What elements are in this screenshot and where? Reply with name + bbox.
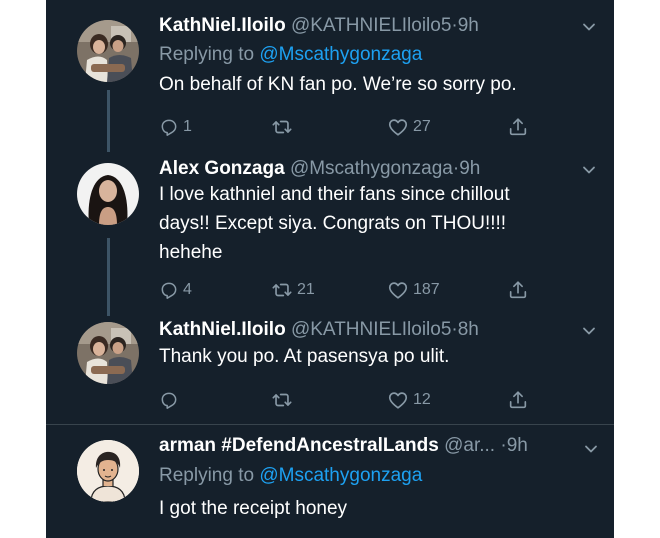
reply-icon — [159, 280, 179, 300]
user-handle[interactable]: @KATHNIELIloilo5 — [291, 319, 451, 340]
display-name[interactable]: KathNiel.Iloilo — [159, 15, 286, 36]
like-button[interactable]: 187 — [387, 278, 440, 302]
timestamp[interactable]: 9h — [458, 15, 479, 36]
share-icon — [507, 116, 529, 138]
tweet-text-line: On behalf of KN fan po. We’re so sorry p… — [159, 74, 517, 95]
like-button[interactable]: 27 — [387, 115, 431, 139]
tweet-text-line: days!! Except siya. Congrats on THOU!!!! — [159, 213, 507, 234]
reply-button[interactable]: 1 — [159, 115, 192, 139]
chevron-down-icon[interactable] — [582, 324, 596, 338]
replying-to: Replying to @Mscathygonzaga — [159, 464, 422, 488]
tweet-3[interactable]: KathNiel.Iloilo @KATHNIELIloilo5·8h Than… — [46, 318, 614, 418]
tweet-text: Thank you po. At pasensya po ulit. — [159, 342, 589, 371]
replying-to: Replying to @Mscathygonzaga — [159, 43, 422, 67]
tweet-actions: 4 21 187 — [159, 278, 599, 302]
share-icon — [507, 279, 529, 301]
kathniel-avatar-image — [77, 322, 139, 384]
retweet-icon — [271, 389, 293, 411]
share-icon — [507, 389, 529, 411]
mention-link[interactable]: @Mscathygonzaga — [259, 465, 422, 486]
like-count: 187 — [413, 281, 440, 298]
chevron-down-icon[interactable] — [582, 163, 596, 177]
tweet-4[interactable]: arman #DefendAncestralLands @ar... ·9h R… — [46, 434, 614, 538]
reply-icon — [159, 390, 179, 410]
alex-avatar-image — [77, 163, 139, 225]
reply-icon — [159, 117, 179, 137]
chevron-down-icon[interactable] — [582, 20, 596, 34]
avatar[interactable] — [77, 322, 139, 384]
tweet-text-line: I got the receipt honey — [159, 498, 348, 519]
retweet-button[interactable] — [271, 388, 297, 412]
retweet-count: 21 — [297, 281, 315, 298]
display-name[interactable]: KathNiel.Iloilo — [159, 319, 286, 340]
kathniel-avatar-image — [77, 20, 139, 82]
reply-button[interactable]: 4 — [159, 278, 192, 302]
retweet-icon — [271, 279, 293, 301]
reply-count: 4 — [183, 281, 192, 298]
user-handle[interactable]: @Mscathygonzaga — [290, 158, 453, 179]
share-button[interactable] — [507, 115, 529, 139]
tweet-header: Alex Gonzaga @Mscathygonzaga·9h — [159, 157, 480, 181]
heart-icon — [387, 389, 409, 411]
divider — [46, 424, 614, 425]
tweet-text-line: Thank you po. At pasensya po ulit. — [159, 346, 450, 367]
like-count: 27 — [413, 118, 431, 135]
tweet-1[interactable]: KathNiel.Iloilo @KATHNIELIloilo5·9h Repl… — [46, 14, 614, 154]
tweet-actions: 1 27 — [159, 115, 599, 139]
like-count: 12 — [413, 391, 431, 408]
reply-button[interactable] — [159, 388, 183, 412]
retweet-button[interactable] — [271, 115, 297, 139]
timestamp[interactable]: 9h — [459, 158, 480, 179]
retweet-icon — [271, 116, 293, 138]
tweet-2[interactable]: Alex Gonzaga @Mscathygonzaga·9h I love k… — [46, 157, 614, 307]
chevron-down-icon[interactable] — [584, 442, 598, 456]
tweet-text-line: hehehe — [159, 242, 223, 263]
mention-link[interactable]: @Mscathygonzaga — [259, 44, 422, 65]
heart-icon — [387, 279, 409, 301]
avatar[interactable] — [77, 20, 139, 82]
user-handle[interactable]: @KATHNIELIloilo5 — [291, 15, 451, 36]
user-handle[interactable]: @ar... — [444, 435, 495, 456]
tweet-actions: 12 — [159, 388, 599, 412]
timestamp[interactable]: 9h — [507, 435, 528, 456]
conversation-thread: KathNiel.Iloilo @KATHNIELIloilo5·9h Repl… — [46, 0, 614, 538]
tweet-text-line: I love kathniel and their fans since chi… — [159, 184, 510, 205]
tweet-header: KathNiel.Iloilo @KATHNIELIloilo5·9h — [159, 14, 479, 38]
like-button[interactable]: 12 — [387, 388, 431, 412]
tweet-text: On behalf of KN fan po. We’re so sorry p… — [159, 70, 589, 99]
tweet-header: arman #DefendAncestralLands @ar... ·9h — [159, 434, 528, 458]
replying-to-label: Replying to — [159, 44, 255, 65]
avatar[interactable] — [77, 163, 139, 225]
display-name[interactable]: Alex Gonzaga — [159, 158, 285, 179]
share-button[interactable] — [507, 388, 529, 412]
timestamp[interactable]: 8h — [458, 319, 479, 340]
display-name[interactable]: arman #DefendAncestralLands — [159, 435, 439, 456]
reply-count: 1 — [183, 118, 192, 135]
tweet-text: I love kathniel and their fans since chi… — [159, 180, 589, 267]
arman-avatar-image — [77, 440, 139, 502]
tweet-text: I got the receipt honey — [159, 494, 589, 523]
share-button[interactable] — [507, 278, 529, 302]
avatar[interactable] — [77, 440, 139, 502]
tweet-header: KathNiel.Iloilo @KATHNIELIloilo5·8h — [159, 318, 479, 342]
retweet-button[interactable]: 21 — [271, 278, 315, 302]
heart-icon — [387, 116, 409, 138]
replying-to-label: Replying to — [159, 465, 255, 486]
